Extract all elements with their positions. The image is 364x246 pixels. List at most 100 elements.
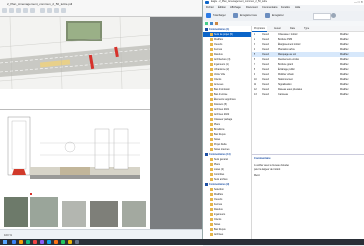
tree-item-label: Clients [214,78,222,81]
menu-document[interactable]: Document [246,6,258,9]
comment-detail[interactable]: Commentaire À vérifier avec le bureau d'… [252,154,364,245]
comment-number: 13 [254,93,257,96]
save-icon[interactable] [9,8,14,13]
tree-item-label: Modifiés [214,193,223,196]
folder-icon [210,107,213,111]
search-input[interactable] [313,13,331,20]
print-icon[interactable] [16,8,21,13]
save-icon[interactable] [265,13,270,18]
shape-icon[interactable] [61,8,66,13]
window-controls[interactable]: — □ ✕ [354,0,363,4]
comment-action: Modifier [340,93,349,96]
tree-item[interactable]: Archives [203,232,251,237]
zoom-in-icon[interactable] [23,8,28,13]
search-icon[interactable] [331,13,336,18]
tree-item-label: Bac d'émission [214,88,231,91]
comment-line: Merci [254,174,260,177]
collection-icon [205,27,208,31]
folder-icon [210,92,213,96]
folder-icon [210,177,213,181]
taskbar-apps [12,239,132,245]
filter-icon[interactable] [205,22,208,25]
tree-item-label: Fermés [214,203,223,206]
taskbar-app-icon[interactable] [61,240,65,244]
text-icon[interactable] [47,8,52,13]
folder-icon [210,117,213,121]
pdf-background [150,17,202,230]
taskbar-app-icon[interactable] [75,240,79,244]
tree-item-label: Sélection [214,188,224,191]
markup-icon[interactable] [40,8,45,13]
comment-table: 1 Ouvert Chaussée / trottoir Modifier 2 Ouver… [252,32,364,152]
tab-date[interactable]: Date [288,26,297,31]
pdf-toolbar-buttons [2,8,198,14]
tree-item-label: Plans [214,163,220,166]
pdf-page[interactable] [0,16,151,230]
folder-icon [210,222,213,226]
tree-item-label: Modifiés [214,38,223,41]
sort-icon[interactable] [210,22,213,25]
eagle-app-window: Eagle - 2_Plan_Amenagement_commun_2_50_l… [202,0,364,246]
folder-icon [210,72,213,76]
menu-aide[interactable]: Aide [295,6,300,9]
tree-item-label: Voirie Ville [214,73,226,76]
start-icon[interactable] [3,240,7,244]
folder-icon [210,87,213,91]
folder-icon [210,172,213,176]
menu-fichier[interactable]: Fichier [206,6,214,9]
flag-icon[interactable] [215,22,218,25]
taskbar-app-icon[interactable] [47,240,51,244]
folder-icon [210,112,213,116]
folder-icon [210,67,213,71]
tree-item-label: Archives [214,233,224,236]
folder-icon [210,52,213,56]
folder-icon [210,192,213,196]
folder-icon [210,142,213,146]
open-icon[interactable] [2,8,7,13]
tree-item-label: Commentaires (9) [209,183,230,186]
photo-strip [4,193,146,227]
tree-item-label: Listes (2) [214,168,224,171]
save-all-icon[interactable] [233,13,238,18]
folder-icon [210,57,213,61]
tree-item-label: Architecture (3) [214,58,231,61]
folder-icon [210,202,213,206]
tree-item-label: Ingénieurs (1) [214,63,229,66]
folder-icon [210,207,213,211]
highlight-icon[interactable] [54,8,59,13]
tab-auteur[interactable]: Auteur [272,26,283,31]
taskbar-app-icon[interactable] [40,240,44,244]
taskbar-app-icon[interactable] [33,240,37,244]
folder-icon [210,197,213,201]
zoom-out-icon[interactable] [30,8,35,13]
menu-fenetre[interactable]: Fenêtre [281,6,290,9]
folder-icon [210,187,213,191]
menu-affichage[interactable]: Affichage [230,6,241,9]
comment-subject: Caniveau [278,93,289,96]
taskbar-app-icon[interactable] [54,240,58,244]
download-icon[interactable] [206,13,211,18]
folder-icon [210,122,213,126]
taskbar-app-icon[interactable] [19,240,23,244]
tree-item-label: Éléments supprimés [214,98,236,101]
tree-item-label: Contrôles [214,173,225,176]
folder-icon [210,217,213,221]
menu-edition[interactable]: Édition [218,6,226,9]
menu-commentaire[interactable]: Commentaire [262,6,278,9]
taskbar-app-icon[interactable] [26,240,30,244]
taskbar-app-icon[interactable] [68,240,72,244]
tab-type[interactable]: Type [302,26,311,31]
taskbar-app-icon[interactable] [12,240,16,244]
download-button[interactable]: Télécharger [213,14,226,17]
tree-item-label: Projet Delta [214,143,227,146]
tree-item-label: Archives 2021 [214,108,230,111]
folder-icon [210,97,213,101]
save-all-button[interactable]: Enregistrer tous [240,14,257,17]
tree-item-label: Commentaires (14) [209,153,231,156]
table-row[interactable]: 13 Ouvert Caniveau Modifier [252,92,364,97]
folder-icon [210,132,213,136]
folder-icon [210,162,213,166]
save-button[interactable]: Enregistrer [272,14,284,17]
tree-item-label: Urbanisme (2) [214,68,230,71]
tree-item-label: Ingénieurs [214,213,226,216]
